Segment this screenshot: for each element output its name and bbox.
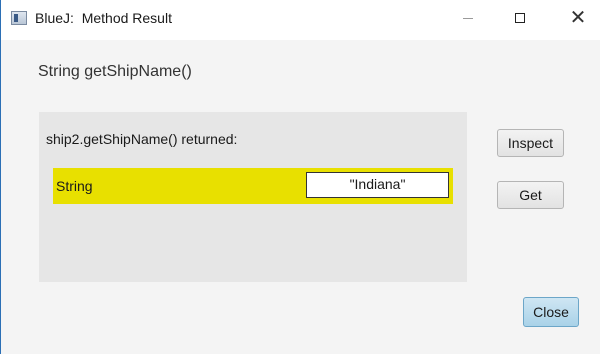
minimize-button[interactable]: [445, 0, 491, 32]
result-type: String: [56, 178, 93, 194]
get-button[interactable]: Get: [497, 181, 564, 209]
title-bar[interactable]: BlueJ: Method Result ✕: [1, 0, 600, 40]
result-value-field[interactable]: "Indiana": [306, 172, 449, 198]
result-panel: ship2.getShipName() returned: String "In…: [39, 112, 467, 282]
inspect-button[interactable]: Inspect: [497, 129, 564, 157]
window-title: BlueJ: Method Result: [35, 10, 172, 26]
close-icon: ✕: [569, 7, 587, 29]
close-button[interactable]: Close: [523, 297, 579, 327]
method-result-window: BlueJ: Method Result ✕ String getShipNam…: [0, 0, 600, 354]
window-close-button[interactable]: ✕: [555, 0, 600, 32]
minimize-icon: [463, 17, 473, 19]
bluej-app-icon: [11, 11, 27, 25]
method-signature: String getShipName(): [38, 63, 192, 80]
maximize-button[interactable]: [497, 0, 543, 32]
result-value-row[interactable]: String "Indiana": [53, 168, 453, 204]
maximize-icon: [515, 13, 525, 23]
returned-label: ship2.getShipName() returned:: [46, 131, 238, 147]
